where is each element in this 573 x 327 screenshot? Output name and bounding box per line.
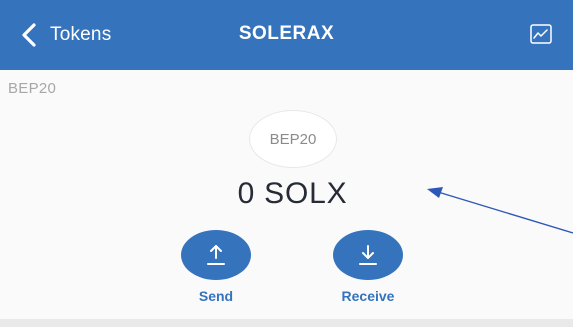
upload-icon [205,243,227,267]
send-circle[interactable] [181,230,251,280]
receive-circle[interactable] [333,230,403,280]
token-logo-text: BEP20 [269,130,317,148]
app-header: Tokens SOLERAX [0,0,573,70]
receive-label[interactable]: Receive [342,288,395,304]
send-button[interactable]: Send [180,230,252,304]
download-icon [357,243,379,267]
receive-button[interactable]: Receive [332,230,404,304]
send-label[interactable]: Send [199,288,233,304]
network-label: BEP20 [8,80,57,97]
chart-button[interactable] [530,24,552,44]
token-logo: BEP20 [249,110,337,168]
token-balance: 0 SOLX [237,177,348,210]
page-title: SOLERAX [238,23,335,44]
chart-icon [530,24,552,44]
bottom-divider [0,319,573,327]
